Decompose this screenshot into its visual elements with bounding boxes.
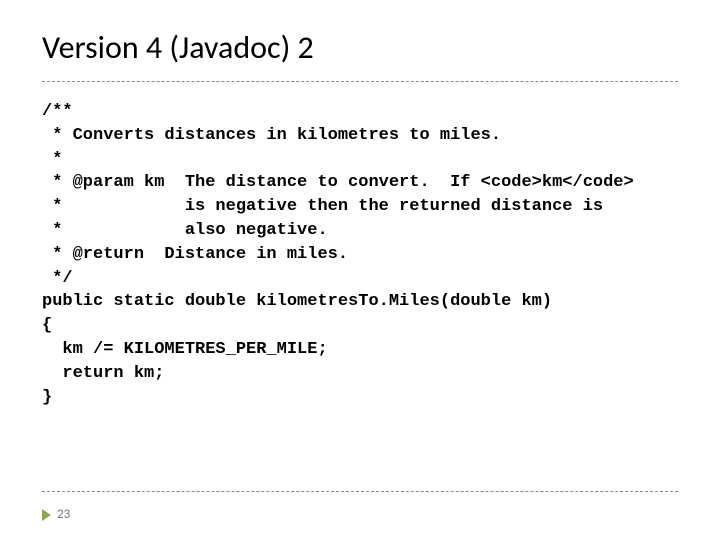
code-line: public static double kilometresTo.Miles(… [42, 292, 552, 311]
code-line: { [42, 316, 52, 335]
code-line: * is negative then the returned distance… [42, 197, 603, 216]
slide: Version 4 (Javadoc) 2 /** * Converts dis… [0, 0, 720, 540]
code-line: /** [42, 102, 73, 121]
slide-title: Version 4 (Javadoc) 2 [42, 28, 678, 82]
code-line: * [42, 150, 62, 169]
code-line: * also negative. [42, 221, 328, 240]
page-number: 23 [57, 507, 70, 522]
code-line: * @return Distance in miles. [42, 245, 348, 264]
code-line: return km; [42, 364, 164, 383]
code-block: /** * Converts distances in kilometres t… [42, 100, 678, 409]
code-line: km /= KILOMETRES_PER_MILE; [42, 340, 328, 359]
code-line: * @param km The distance to convert. If … [42, 173, 634, 192]
arrow-right-icon [42, 509, 51, 521]
code-line: */ [42, 269, 73, 288]
code-line: * Converts distances in kilometres to mi… [42, 126, 501, 145]
footer-divider [42, 491, 678, 492]
footer: 23 [42, 507, 70, 522]
code-line: } [42, 388, 52, 407]
